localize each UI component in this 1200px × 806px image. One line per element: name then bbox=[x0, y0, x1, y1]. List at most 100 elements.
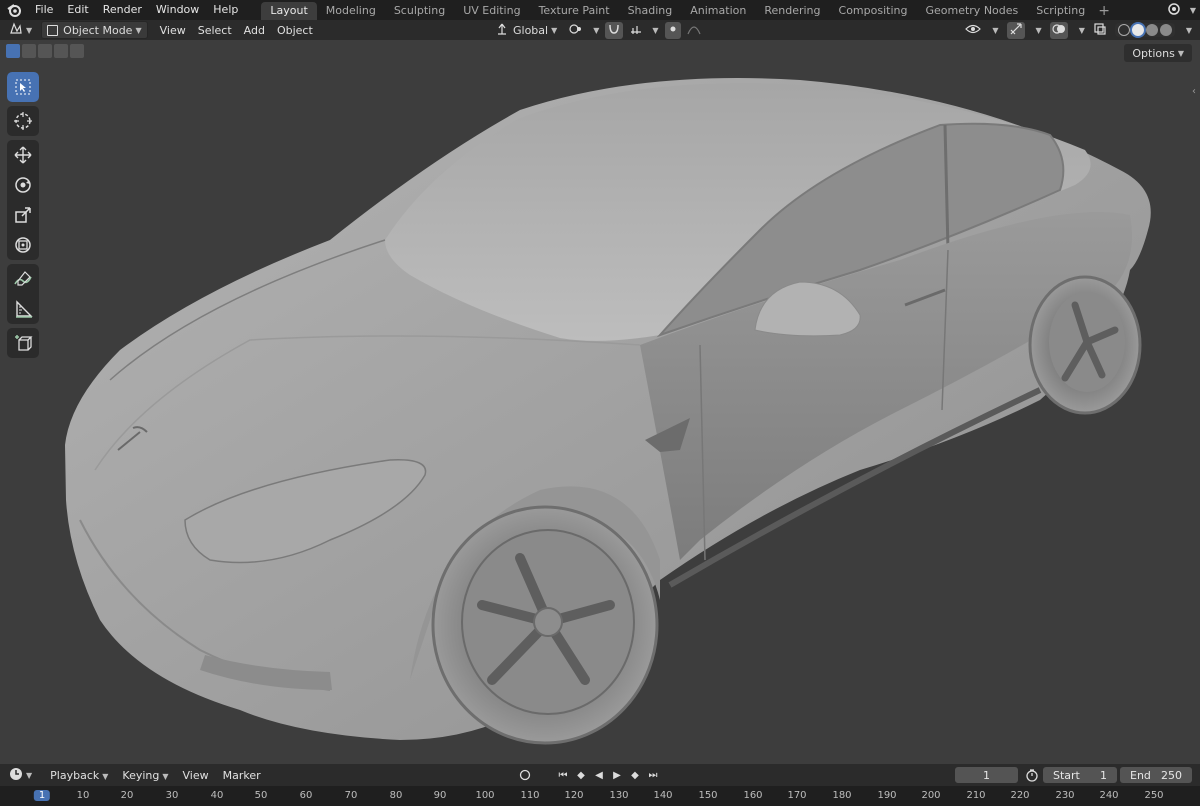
3d-viewport[interactable] bbox=[0, 62, 1200, 764]
overlays-icon[interactable] bbox=[1049, 21, 1068, 39]
menu-add[interactable]: Add bbox=[238, 24, 271, 37]
tab-layout[interactable]: Layout bbox=[261, 2, 317, 20]
stopwatch-icon[interactable] bbox=[1025, 768, 1039, 785]
workspace-tabs: Layout Modeling Sculpting UV Editing Tex… bbox=[261, 0, 1110, 20]
timeline-editor-type-button[interactable]: ▼ bbox=[4, 767, 37, 783]
tab-scripting[interactable]: Scripting bbox=[1027, 2, 1094, 20]
blender-logo-icon[interactable] bbox=[7, 3, 21, 17]
menu-view[interactable]: View bbox=[154, 24, 192, 37]
ruler-tick: 90 bbox=[433, 790, 447, 801]
menu-playback[interactable]: Playback ▼ bbox=[43, 769, 115, 782]
tab-modeling[interactable]: Modeling bbox=[317, 2, 385, 20]
chevron-down-icon: ▼ bbox=[26, 770, 33, 780]
rendered-shading-icon[interactable] bbox=[1159, 24, 1172, 36]
measure-tool[interactable] bbox=[7, 294, 39, 324]
chevron-down-icon[interactable]: ▼ bbox=[1036, 26, 1042, 35]
end-frame-field[interactable]: End 250 bbox=[1120, 767, 1192, 783]
annotate-tool[interactable] bbox=[7, 264, 39, 294]
menu-select[interactable]: Select bbox=[192, 24, 238, 37]
tab-uv-editing[interactable]: UV Editing bbox=[454, 2, 529, 20]
start-frame-field[interactable]: Start 1 bbox=[1043, 767, 1117, 783]
tab-geometry-nodes[interactable]: Geometry Nodes bbox=[916, 2, 1027, 20]
menu-edit[interactable]: Edit bbox=[60, 0, 95, 20]
tab-animation[interactable]: Animation bbox=[681, 2, 755, 20]
pivot-icon[interactable] bbox=[568, 22, 584, 39]
menu-render[interactable]: Render bbox=[96, 0, 149, 20]
ruler-tick: 50 bbox=[254, 790, 268, 801]
current-frame-indicator[interactable]: 1 bbox=[33, 790, 51, 801]
select-invert-icon[interactable] bbox=[54, 44, 68, 58]
next-keyframe-icon[interactable]: ◆ bbox=[628, 768, 642, 782]
options-dropdown[interactable]: Options ▼ bbox=[1124, 44, 1192, 62]
chevron-down-icon[interactable]: ▼ bbox=[1186, 26, 1192, 35]
tab-texture-paint[interactable]: Texture Paint bbox=[530, 2, 619, 20]
play-icon[interactable]: ▶ bbox=[610, 768, 624, 782]
rotate-tool[interactable] bbox=[7, 170, 39, 200]
prev-keyframe-icon[interactable]: ◆ bbox=[574, 768, 588, 782]
chevron-down-icon: ▼ bbox=[135, 25, 142, 35]
cursor-tool[interactable] bbox=[7, 106, 39, 136]
select-extend-icon[interactable] bbox=[22, 44, 36, 58]
menu-file[interactable]: File bbox=[28, 0, 60, 20]
menu-timeline-view[interactable]: View bbox=[176, 769, 216, 782]
gizmo-icon[interactable] bbox=[1006, 21, 1025, 39]
start-value: 1 bbox=[1100, 768, 1107, 782]
menu-keying[interactable]: Keying ▼ bbox=[115, 769, 175, 782]
jump-start-icon[interactable]: ⏮ bbox=[556, 768, 570, 782]
chevron-down-icon[interactable]: ▼ bbox=[1079, 26, 1085, 35]
chevron-down-icon[interactable]: ▼ bbox=[992, 26, 998, 35]
move-tool[interactable] bbox=[7, 140, 39, 170]
select-subtract-icon[interactable] bbox=[38, 44, 52, 58]
annotate-icon bbox=[13, 269, 33, 289]
measure-icon bbox=[13, 299, 33, 319]
solid-shading-icon[interactable] bbox=[1131, 24, 1144, 36]
car-model[interactable] bbox=[0, 62, 1200, 764]
snap-icon[interactable] bbox=[605, 21, 624, 39]
proportional-edit-icon[interactable] bbox=[664, 21, 681, 39]
tool-group-transform bbox=[7, 140, 39, 260]
topbar-right: ▼ bbox=[1167, 0, 1200, 20]
select-new-icon[interactable] bbox=[6, 44, 20, 58]
tab-sculpting[interactable]: Sculpting bbox=[385, 2, 454, 20]
xray-icon[interactable] bbox=[1093, 22, 1107, 39]
select-intersect-icon[interactable] bbox=[70, 44, 84, 58]
tab-rendering[interactable]: Rendering bbox=[755, 2, 829, 20]
sidebar-expand-icon[interactable]: ‹ bbox=[1192, 86, 1196, 97]
scene-icon[interactable] bbox=[1167, 2, 1181, 19]
select-box-tool[interactable] bbox=[7, 72, 39, 102]
frame-ruler[interactable]: 1 10 20 30 40 50 60 70 80 90 100 110 120… bbox=[0, 786, 1200, 806]
play-reverse-icon[interactable]: ◀ bbox=[592, 768, 606, 782]
chevron-down-icon[interactable]: ▼ bbox=[593, 26, 599, 35]
transform-icon bbox=[13, 235, 33, 255]
keying-label: Keying bbox=[122, 768, 160, 782]
chevron-down-icon[interactable]: ▼ bbox=[652, 26, 658, 35]
orientation-dropdown[interactable]: Global ▼ bbox=[490, 22, 562, 38]
mode-dropdown[interactable]: Object Mode ▼ bbox=[41, 21, 148, 39]
tab-compositing[interactable]: Compositing bbox=[830, 2, 917, 20]
transform-tool[interactable] bbox=[7, 230, 39, 260]
ruler-tick: 80 bbox=[389, 790, 403, 801]
wireframe-shading-icon[interactable] bbox=[1117, 24, 1130, 36]
object-mode-icon bbox=[47, 24, 59, 36]
jump-end-icon[interactable]: ⏭ bbox=[646, 768, 660, 782]
ruler-tick: 60 bbox=[299, 790, 313, 801]
current-frame-field[interactable]: 1 bbox=[955, 767, 1018, 783]
editor-type-button[interactable]: ▼ bbox=[4, 21, 37, 38]
current-frame-value: 1 bbox=[983, 768, 990, 782]
material-shading-icon[interactable] bbox=[1145, 24, 1158, 36]
auto-keying-icon[interactable] bbox=[518, 768, 532, 782]
scale-tool[interactable] bbox=[7, 200, 39, 230]
menu-help[interactable]: Help bbox=[206, 0, 245, 20]
chevron-down-icon[interactable]: ▼ bbox=[1190, 6, 1196, 15]
start-label: Start bbox=[1053, 768, 1080, 782]
menu-marker[interactable]: Marker bbox=[216, 769, 268, 782]
add-workspace-icon[interactable]: + bbox=[1098, 2, 1110, 20]
falloff-icon[interactable] bbox=[687, 22, 701, 39]
add-cube-tool[interactable] bbox=[7, 328, 39, 358]
menu-window[interactable]: Window bbox=[149, 0, 206, 20]
tab-shading[interactable]: Shading bbox=[619, 2, 682, 20]
ruler-tick: 160 bbox=[743, 790, 763, 801]
menu-object[interactable]: Object bbox=[271, 24, 319, 37]
visibility-icon[interactable] bbox=[965, 22, 982, 39]
snap-target-icon[interactable] bbox=[629, 22, 643, 39]
